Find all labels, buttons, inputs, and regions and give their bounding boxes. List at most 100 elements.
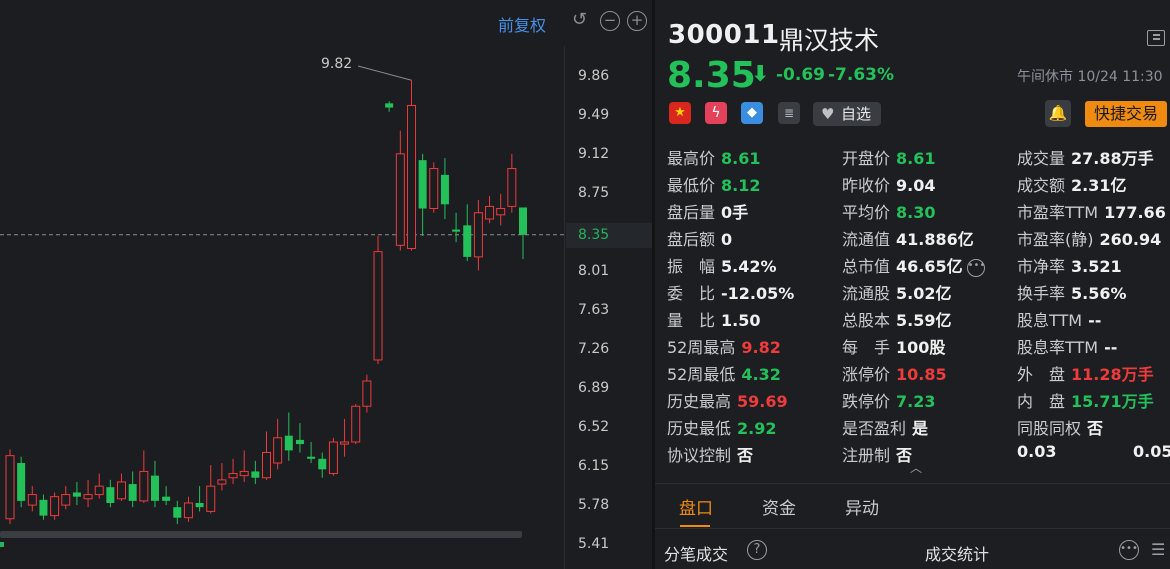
candle xyxy=(452,212,461,243)
quote-value: 否 xyxy=(1087,419,1104,438)
quote-label: 振 幅 xyxy=(667,257,716,276)
candle-body xyxy=(117,481,127,500)
quote-row: 盘后额 0 xyxy=(667,226,732,250)
candle xyxy=(183,496,193,522)
adjust-mode-button[interactable]: 前复权 xyxy=(498,12,546,36)
candle-body xyxy=(295,439,304,445)
candle-body xyxy=(385,103,394,108)
quote-row: 振 幅 5.42% xyxy=(667,253,777,277)
quote-label: 历史最高 xyxy=(667,392,732,411)
trades-section-label[interactable]: 分笔成交 xyxy=(664,541,728,565)
quick-trade-button[interactable]: 快捷交易 xyxy=(1085,101,1167,127)
candle-body xyxy=(429,168,439,210)
quote-value: 15.71万手 xyxy=(1071,392,1154,411)
candle-body xyxy=(406,104,416,249)
quote-value: 9.04 xyxy=(896,176,936,195)
candle-body xyxy=(519,207,527,235)
quote-row: 0.03 xyxy=(1017,442,1056,461)
candle-body xyxy=(173,507,182,518)
chart-scrollbar[interactable] xyxy=(0,531,522,538)
quote-label: 委 比 xyxy=(667,284,716,303)
candle-body xyxy=(318,458,327,470)
candle xyxy=(251,460,260,485)
tab-movement[interactable]: 异动 xyxy=(845,494,879,519)
bell-icon[interactable]: 🔔 xyxy=(1045,100,1071,127)
quote-row: 历史最高 59.69 xyxy=(667,388,788,412)
quote-label: 股息TTM xyxy=(1017,311,1083,330)
chart-toolbar: 前复权 ↺ − + xyxy=(0,0,652,46)
flash-icon[interactable]: ϟ xyxy=(705,102,727,124)
candle xyxy=(50,492,60,520)
quote-row: 平均价 8.30 xyxy=(842,199,936,223)
candle xyxy=(385,101,394,112)
quote-row: 流通股 5.02亿 xyxy=(842,280,952,304)
candle-body xyxy=(27,494,37,506)
list-icon[interactable]: ☰ xyxy=(1151,540,1167,560)
y-tick-label: 9.86 xyxy=(578,68,610,84)
candle xyxy=(162,486,171,506)
zoom-out-icon[interactable]: − xyxy=(600,11,620,31)
candle-body xyxy=(128,484,137,501)
quote-label: 最高价 xyxy=(667,149,716,168)
quote-label: 流通股 xyxy=(842,284,891,303)
quote-value: -- xyxy=(1104,338,1118,357)
quote-row: 股息率TTM -- xyxy=(1017,334,1117,358)
quote-row: 流通值 41.886亿 xyxy=(842,226,974,250)
candle xyxy=(485,195,495,224)
candle-body xyxy=(61,494,71,506)
candle-body xyxy=(340,441,350,445)
menu-icon[interactable] xyxy=(1147,30,1165,46)
more-icon[interactable]: ••• xyxy=(1119,540,1139,560)
y-tick-label: 5.41 xyxy=(578,536,610,552)
quote-row: 最低价 8.12 xyxy=(667,172,761,196)
add-favorite-button[interactable]: ♥ 自选 xyxy=(813,102,881,126)
quote-row: 最高价 8.61 xyxy=(667,145,761,169)
quote-value: 是 xyxy=(912,419,929,438)
quote-label: 52周最低 xyxy=(667,365,736,384)
candle xyxy=(94,473,104,499)
quote-label: 外 盘 xyxy=(1017,365,1066,384)
candle-body xyxy=(307,456,316,459)
tag-icon[interactable]: ◆ xyxy=(741,102,763,124)
quote-value: 41.886亿 xyxy=(896,230,974,249)
quote-row: 外 盘 11.28万手 xyxy=(1017,361,1154,385)
candle xyxy=(507,153,517,213)
quote-label: 盘后额 xyxy=(667,230,716,249)
kline-chart[interactable] xyxy=(0,0,564,569)
quote-value: 100股 xyxy=(896,338,946,357)
kline-chart-area[interactable]: 前复权 ↺ − + 9.86 9.49 9.12 8.75 8.01 7.63 7.26 6.… xyxy=(0,0,652,569)
undo-icon[interactable]: ↺ xyxy=(572,11,590,29)
candle-body xyxy=(496,208,506,216)
candle xyxy=(351,404,361,445)
more-icon[interactable]: ••• xyxy=(966,258,985,277)
tabs-separator xyxy=(655,483,1170,484)
high-marker-line xyxy=(357,65,412,81)
candle xyxy=(284,412,293,461)
candle xyxy=(440,158,449,220)
candle-body xyxy=(362,380,372,407)
quote-label: 市盈率TTM xyxy=(1017,203,1099,222)
zoom-in-icon[interactable]: + xyxy=(627,11,647,31)
candle-body xyxy=(473,212,483,258)
quote-extra-value: 0.05 xyxy=(1133,442,1170,461)
quote-label: 开盘价 xyxy=(842,149,891,168)
stock-name: 鼎汉技术 xyxy=(779,26,880,55)
candle xyxy=(128,471,137,508)
tab-orderbook[interactable]: 盘口 xyxy=(679,494,713,519)
candle-body xyxy=(351,405,361,443)
active-tab-indicator xyxy=(680,525,710,527)
candle-body xyxy=(206,485,216,512)
help-icon[interactable]: ? xyxy=(747,540,767,560)
quote-row: 注册制否 xyxy=(842,442,912,466)
quote-label: 量 比 xyxy=(667,311,716,330)
candle xyxy=(5,449,15,525)
china-flag-icon[interactable]: ★ xyxy=(669,102,691,124)
tab-capital[interactable]: 资金 xyxy=(762,494,796,519)
note-icon[interactable]: ≣ xyxy=(778,102,800,124)
favorite-label: 自选 xyxy=(841,105,872,123)
trade-stats-label[interactable]: 成交统计 xyxy=(925,541,989,565)
collapse-caret-icon[interactable]: ︿ xyxy=(910,459,922,476)
candle xyxy=(418,153,427,236)
quote-row: 跌停价 7.23 xyxy=(842,388,936,412)
quote-label: 注册制 xyxy=(842,446,891,465)
